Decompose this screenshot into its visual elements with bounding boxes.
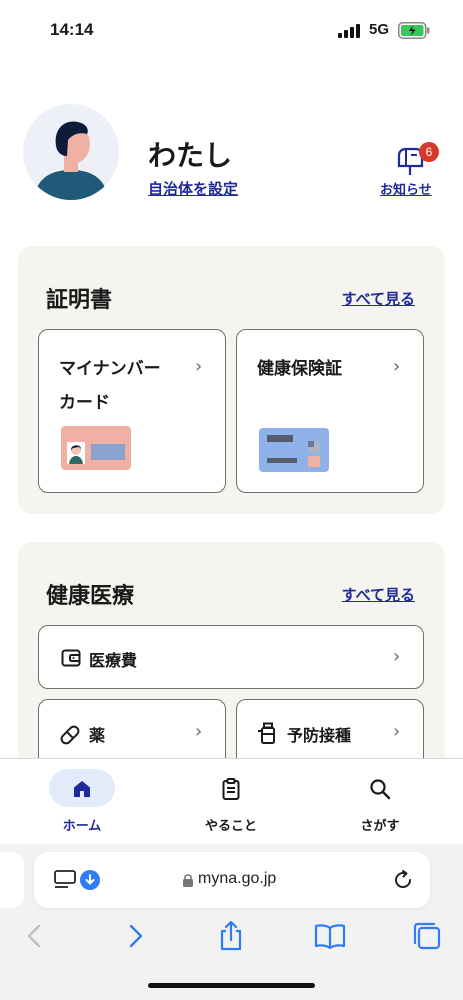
back-icon[interactable] (17, 918, 53, 954)
chevron-right-icon: › (195, 356, 203, 377)
share-icon[interactable] (213, 918, 249, 954)
insurance-card-illustration-icon (259, 428, 329, 472)
mynumber-card-label-line1: マイナンバー (59, 359, 161, 379)
reload-icon[interactable] (392, 869, 414, 891)
health-insurance-card-label: 健康保険証 (257, 352, 342, 386)
tab-home[interactable]: ホーム (22, 767, 142, 837)
search-icon (370, 779, 391, 800)
profile-header: わたし 自治体を設定 6 お知らせ (0, 100, 463, 220)
notification-count-badge: 6 (419, 142, 439, 162)
mynumber-card-label: マイナンバー カード (59, 352, 161, 420)
battery-icon (398, 22, 430, 39)
network-type: 5G (369, 21, 390, 38)
mynumber-card-button[interactable]: マイナンバー カード › (38, 329, 226, 493)
medicine-label: 薬 (89, 726, 106, 745)
pill-icon (60, 725, 80, 745)
url-text: myna.go.jp (198, 870, 277, 887)
page-menu-icon[interactable] (54, 870, 76, 890)
home-indicator (148, 983, 315, 988)
mynumber-card-label-line2: カード (59, 393, 110, 413)
chevron-right-icon: › (393, 356, 401, 377)
tab-todo[interactable]: やること (171, 767, 291, 837)
address-bar[interactable]: myna.go.jp (34, 852, 430, 908)
certificates-see-all-link[interactable]: すべて見る (342, 288, 415, 309)
cellular-signal-icon (338, 24, 362, 38)
person-illustration-icon (33, 121, 109, 200)
clipboard-icon (222, 778, 240, 800)
section-title-certificates: 証明書 (46, 288, 113, 313)
status-time: 14:14 (50, 20, 94, 39)
bottom-tab-bar: ホーム やること さがす (0, 758, 463, 844)
mynumber-card-illustration-icon (61, 426, 131, 470)
health-insurance-card-button[interactable]: 健康保険証 › (236, 329, 424, 493)
notices-label: お知らせ (380, 183, 432, 198)
section-title-health: 健康医療 (46, 584, 135, 609)
health-see-all-link[interactable]: すべて見る (342, 584, 415, 605)
status-bar: 14:14 5G (0, 0, 463, 60)
home-icon (74, 781, 90, 797)
forward-icon[interactable] (117, 918, 153, 954)
vaccine-icon (258, 722, 275, 744)
browser-toolbar: myna.go.jp (0, 844, 463, 1000)
health-medical-section: 健康医療 すべて見る 医療費 › 薬 › 予防接種 › (18, 542, 445, 789)
tab-search-label: さがす (360, 819, 400, 834)
chevron-right-icon: › (393, 646, 401, 667)
lock-icon (183, 874, 193, 887)
previous-tab-preview[interactable] (0, 852, 24, 908)
wallet-icon (61, 649, 81, 667)
bookmarks-icon[interactable] (312, 918, 348, 954)
set-municipality-link[interactable]: 自治体を設定 (148, 178, 238, 199)
medical-expenses-label: 医療費 (89, 651, 138, 670)
tab-search[interactable]: さがす (320, 767, 440, 837)
certificates-section: 証明書 すべて見る マイナンバー カード › 健康保険証 › (18, 246, 445, 514)
chevron-right-icon: › (393, 721, 401, 742)
avatar (23, 104, 119, 200)
download-icon[interactable] (80, 870, 100, 890)
vaccination-label: 予防接種 (287, 726, 352, 745)
health-insurance-card-label-line1: 健康保険証 (257, 359, 342, 379)
tabs-icon[interactable] (409, 918, 445, 954)
tab-home-label: ホーム (62, 819, 102, 834)
profile-name: わたし (148, 139, 233, 172)
chevron-right-icon: › (195, 721, 203, 742)
notices-button[interactable]: 6 お知らせ (378, 142, 442, 200)
medical-expenses-button[interactable]: 医療費 › (38, 625, 424, 689)
tab-todo-label: やること (204, 819, 257, 834)
